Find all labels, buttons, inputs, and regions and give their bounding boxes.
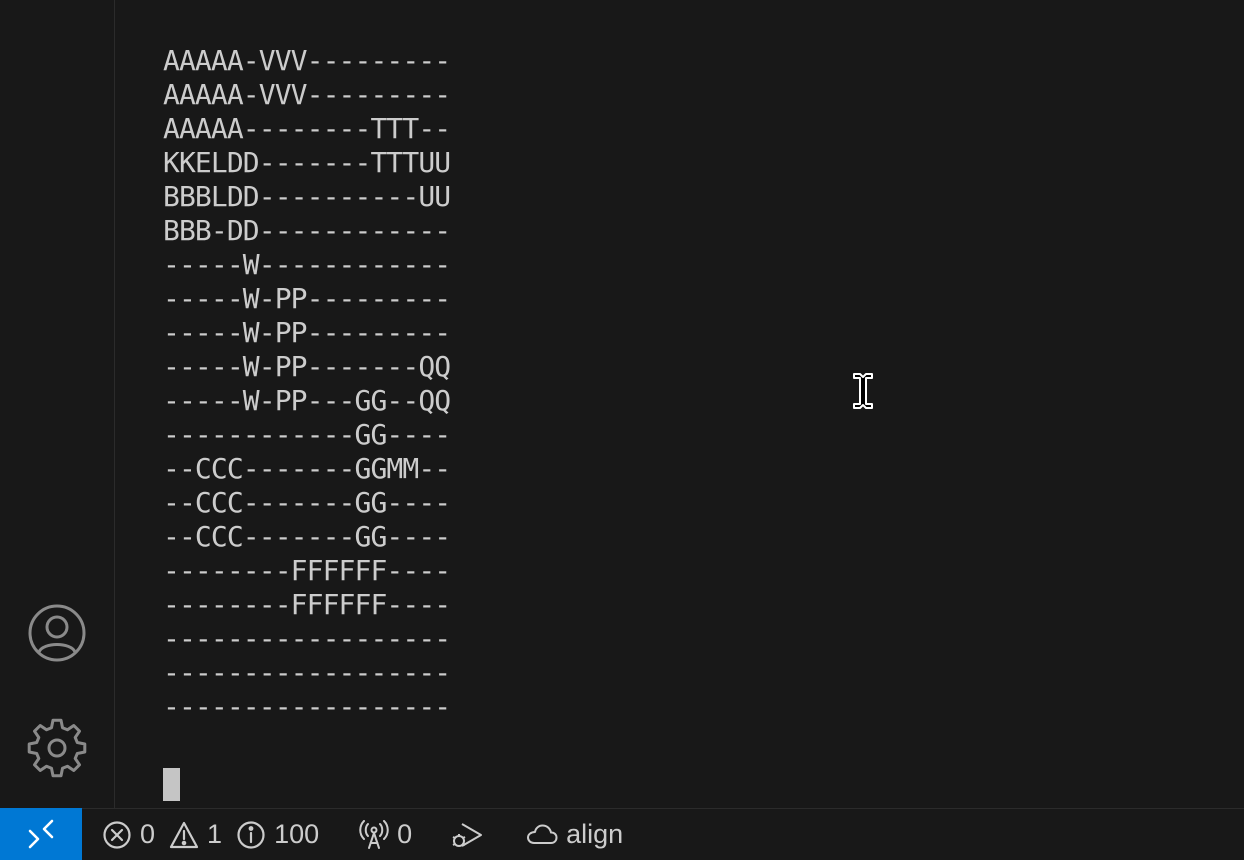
debug-run-button[interactable] (450, 809, 484, 860)
terminal-line: --CCC-------GGMM-- (163, 452, 451, 485)
ports-status[interactable]: 0 (359, 809, 426, 860)
terminal-line: ------------------ (163, 656, 451, 689)
debug-run-icon (452, 822, 483, 847)
error-icon (103, 820, 131, 849)
terminal-line: --------FFFFFF---- (163, 554, 451, 587)
remote-icon (28, 819, 54, 849)
cloud-label: align (566, 819, 624, 849)
terminal-line: BBBLDD----------UU (163, 180, 451, 213)
warning-icon (169, 821, 199, 848)
gear-icon[interactable] (26, 717, 88, 779)
terminal-line: -----W-PP--------- (163, 282, 451, 315)
terminal-line: -----W-PP-------QQ (163, 350, 451, 383)
terminal-line: -----W------------ (163, 248, 451, 281)
terminal-line: AAAAA-VVV--------- (163, 44, 451, 77)
terminal-line: ------------------ (163, 622, 451, 655)
terminal-line: AAAAA-VVV--------- (163, 78, 451, 111)
ports-count: 0 (397, 819, 413, 849)
terminal-line: KKELDD-------TTTUU (163, 146, 451, 179)
terminal-line: --CCC-------GG---- (163, 520, 451, 553)
terminal-line: BBB-DD------------ (163, 214, 451, 247)
cloud-status[interactable]: align (526, 809, 623, 860)
terminal-line: -----W-PP--------- (163, 316, 451, 349)
terminal-line: ------------------ (163, 0, 451, 10)
terminal-line: AAAAA--------TTT-- (163, 112, 451, 145)
broadcast-icon (359, 819, 389, 849)
cloud-icon (527, 824, 558, 844)
remote-button[interactable] (0, 808, 82, 860)
terminal-line: -----W-PP---GG--QQ (163, 384, 451, 417)
terminal-line: --CCC-------GG---- (163, 486, 451, 519)
error-count: 0 (140, 819, 156, 849)
ibeam-cursor-icon (853, 373, 873, 409)
app-window: ------------------ AAAAA-VVV--------- AA… (0, 0, 1244, 860)
info-icon (237, 820, 265, 849)
terminal-line: ------------GG---- (163, 418, 451, 451)
warning-count: 1 (207, 819, 223, 849)
terminal-panel[interactable]: ------------------ AAAAA-VVV--------- AA… (115, 0, 1244, 808)
status-bar: 0 1 100 0 align (0, 808, 1244, 860)
problems-status[interactable]: 0 1 100 (102, 809, 333, 860)
info-count: 100 (274, 819, 320, 849)
terminal-line: --------FFFFFF---- (163, 588, 451, 621)
terminal-output: ------------------ AAAAA-VVV--------- AA… (163, 0, 451, 724)
account-icon[interactable] (26, 602, 88, 664)
terminal-line: ------------------ (163, 690, 451, 723)
activity-bar (0, 0, 115, 808)
terminal-cursor (163, 768, 180, 801)
